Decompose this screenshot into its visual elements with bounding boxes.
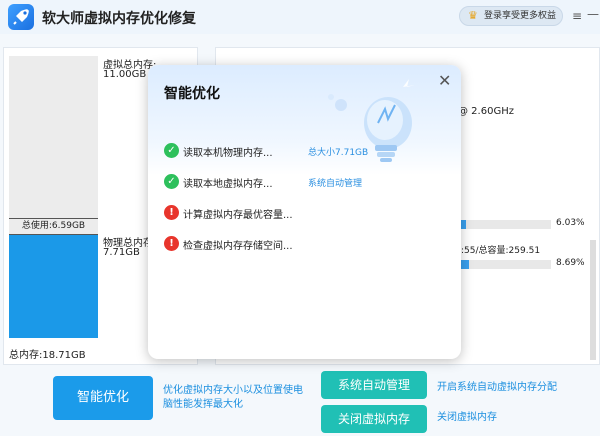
memory-bar-used <box>9 235 98 338</box>
close-icon[interactable]: ✕ <box>438 71 451 90</box>
lightbulb-icon <box>323 75 433 179</box>
system-auto-manage-description: 开启系统自动虚拟内存分配 <box>437 382 557 393</box>
step-label: 读取本机物理内存... <box>183 148 273 159</box>
cpu-frequency: @ 2.60GHz <box>458 106 514 117</box>
check-circle-icon: ✓ <box>164 143 179 158</box>
minimize-icon[interactable]: — <box>587 7 599 21</box>
login-vip-button[interactable]: ♛ 登录享受更多权益 <box>459 6 563 26</box>
memory-bar-free <box>9 56 98 218</box>
step-status: 系统自动管理 <box>308 179 363 189</box>
vip-label: 登录享受更多权益 <box>484 11 557 21</box>
usage-progress-bar-1 <box>461 220 551 229</box>
used-memory-label: 总使用:6.59GB <box>9 218 98 235</box>
virtual-total-value: 11.00GB <box>103 69 147 80</box>
disable-virtual-memory-button[interactable]: 关闭虚拟内存 <box>321 405 427 433</box>
step-label: 计算虚拟内存最优容量... <box>183 210 293 221</box>
total-memory-label: 总内存:18.71GB <box>9 350 86 361</box>
crown-icon: ♛ <box>468 9 478 22</box>
step-label: 检查虚拟内存存储空间... <box>183 241 293 252</box>
app-title: 软大师虚拟内存优化修复 <box>42 11 196 27</box>
exclamation-circle-icon: ! <box>164 205 179 220</box>
step-label: 读取本地虚拟内存... <box>183 179 273 190</box>
step-status: 总大小7.71GB <box>308 148 369 158</box>
usage-progress-value-1: 6.03% <box>556 218 585 228</box>
exclamation-circle-icon: ! <box>164 236 179 251</box>
menu-icon[interactable]: ≡ <box>572 9 582 23</box>
smart-optimize-button[interactable]: 智能优化 <box>53 376 153 420</box>
disable-virtual-memory-description: 关闭虚拟内存 <box>437 412 497 423</box>
smart-optimize-dialog: 智能优化 ✕ ✓ 读取本机物理内存... 总大小7.71GB ✓ 读取本地虚拟内… <box>148 65 461 359</box>
physical-total-value: 7.71GB <box>103 247 140 258</box>
usage-progress-bar-2 <box>461 260 551 269</box>
dialog-title: 智能优化 <box>164 86 220 102</box>
check-circle-icon: ✓ <box>164 174 179 189</box>
smart-optimize-description: 优化虚拟内存大小以及位置使电脑性能发挥最大化 <box>163 385 303 410</box>
scrollbar[interactable] <box>590 240 596 360</box>
title-bar: 软大师虚拟内存优化修复 ♛ 登录享受更多权益 ≡ — <box>0 0 600 34</box>
rocket-logo-icon <box>8 4 34 30</box>
system-auto-manage-button[interactable]: 系统自动管理 <box>321 371 427 399</box>
usage-progress-value-2: 8.69% <box>556 258 585 268</box>
virtual-memory-capacity: :55/总容量:259.51 <box>461 246 541 256</box>
